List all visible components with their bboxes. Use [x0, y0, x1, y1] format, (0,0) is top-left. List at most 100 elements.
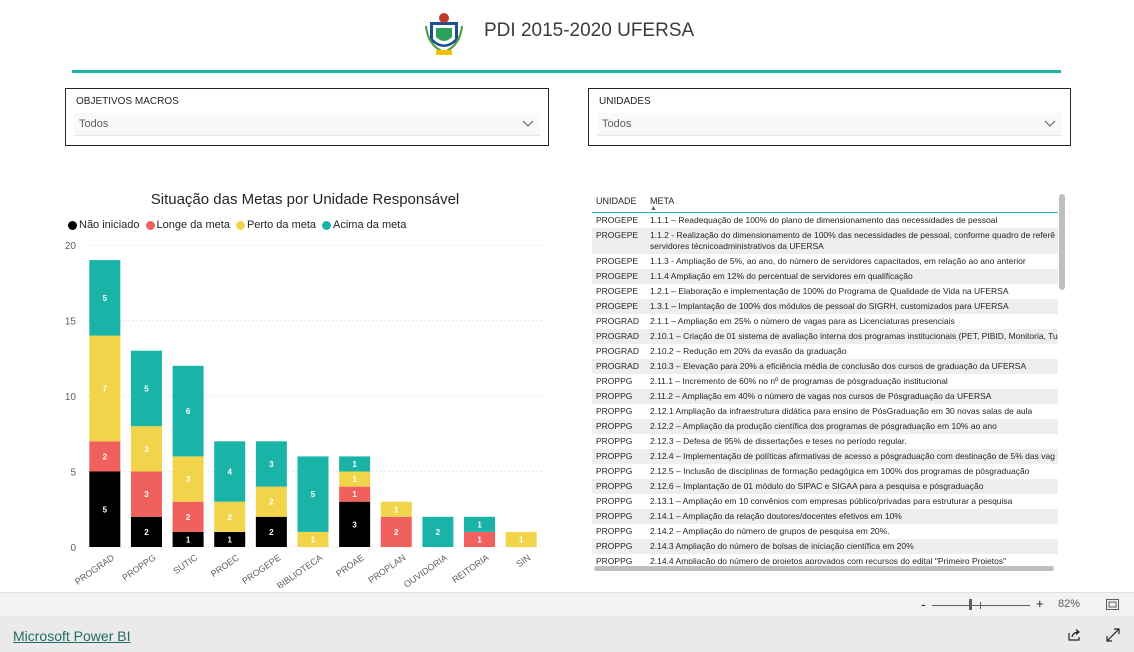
legend-marker	[145, 220, 155, 230]
slicer-objetivos-macros: OBJETIVOS MACROS Todos	[65, 88, 549, 146]
cell-meta: 2.12.2 – Ampliação da produção científic…	[650, 421, 997, 431]
cell-meta: 2.12.6 – Implantação de 01 módulo do SIP…	[650, 481, 984, 491]
table-row[interactable]: PROGEPE 1.1.1 – Readequação de 100% do pl…	[592, 213, 1058, 228]
table-row[interactable]: PROGEPE 1.3.1 – Implantação de 100% dos m…	[592, 299, 1058, 314]
column-header-unidade[interactable]: UNIDADE	[596, 196, 637, 206]
cell-meta: 1.1.3 - Ampliação de 5%, ao ano, do núme…	[650, 256, 1026, 266]
legend-label: Perto da meta	[246, 219, 317, 231]
dropdown-value: Todos	[602, 118, 632, 130]
table-row[interactable]: PROGRAD 2.10.3 – Elevação para 20% a efic…	[592, 359, 1058, 374]
table-body: PROGEPE 1.1.1 – Readequação de 100% do pl…	[592, 213, 1058, 564]
cell-meta: 2.14.1 – Ampliação da relação doutores/d…	[650, 511, 902, 521]
legend-item[interactable]: Acima da meta	[322, 219, 406, 231]
data-label: 2	[269, 498, 274, 507]
table-row[interactable]: PROPPG 2.11.1 – Incremento de 60% no nº d…	[592, 374, 1058, 389]
chevron-down-icon	[1044, 120, 1056, 127]
x-tick-label: OUVIDORIA	[402, 552, 449, 588]
cell-unidade: PROPPG	[596, 526, 633, 536]
table-row[interactable]: PROGEPE 1.1.4 Ampliação em 12% do percent…	[592, 269, 1058, 284]
chevron-down-icon	[522, 120, 534, 127]
cell-meta: 2.12.3 – Defesa de 95% de dissertações e…	[650, 436, 907, 446]
cell-meta: 2.12.4 – Implementação de políticas afir…	[650, 451, 1055, 461]
chart-title: Situação das Metas por Unidade Responsáv…	[150, 191, 460, 208]
cell-unidade: PROGEPE	[596, 271, 639, 281]
cell-unidade: PROPPG	[596, 556, 633, 564]
cell-meta: 2.10.1 – Criação de 01 sistema de avalia…	[650, 331, 1058, 341]
data-label: 3	[144, 490, 149, 499]
fit-to-page-icon[interactable]	[1106, 599, 1119, 610]
cell-meta: 1.1.2 - Realização do dimensionamento de…	[650, 230, 1055, 251]
table-row[interactable]: PROPPG 2.12.1 Ampliação da infraestrutura…	[592, 404, 1058, 419]
data-label: 4	[228, 468, 233, 477]
cell-unidade: PROGEPE	[596, 256, 639, 266]
data-label: 2	[103, 452, 108, 461]
table-row[interactable]: PROPPG 2.14.2 – Ampliação do número de gr…	[592, 524, 1058, 539]
data-label: 3	[352, 520, 357, 529]
zoom-bar: - + 82%	[0, 592, 1134, 617]
slicer-label: OBJETIVOS MACROS	[76, 96, 179, 107]
table-row[interactable]: PROGEPE 1.1.3 - Ampliação de 5%, ao ano, …	[592, 254, 1058, 269]
table-row[interactable]: PROPPG 2.14.4 Ampliação do número de proj…	[592, 554, 1058, 564]
data-label: 2	[228, 513, 233, 522]
legend-item[interactable]: Longe da meta	[145, 219, 230, 231]
fullscreen-icon[interactable]	[1106, 628, 1120, 642]
cell-meta: 2.10.2 – Redução em 20% da evasão da gra…	[650, 346, 847, 356]
cell-unidade: PROGEPE	[596, 215, 639, 225]
data-label: 2	[269, 528, 274, 537]
horizontal-scrollbar[interactable]	[594, 566, 1054, 571]
table-row[interactable]: PROPPG 2.11.2 – Ampliação em 40% o número…	[592, 389, 1058, 404]
unidades-dropdown[interactable]: Todos	[597, 113, 1062, 136]
table-row[interactable]: PROGRAD 2.10.2 – Redução em 20% da evasão…	[592, 344, 1058, 359]
power-bi-link[interactable]: Microsoft Power BI	[13, 628, 130, 644]
table-row[interactable]: PROPPG 2.12.2 – Ampliação da produção cie…	[592, 419, 1058, 434]
data-label: 2	[436, 528, 441, 537]
zoom-slider-thumb[interactable]	[969, 599, 972, 610]
cell-meta: 2.10.3 – Elevação para 20% a eficiência …	[650, 361, 1027, 371]
cell-meta: 2.14.4 Ampliação do número de projetos a…	[650, 556, 1007, 564]
legend-marker	[235, 220, 245, 230]
data-label: 1	[352, 460, 357, 469]
data-label: 1	[519, 535, 524, 544]
legend-marker	[68, 220, 77, 230]
footer: Microsoft Power BI	[0, 616, 1134, 652]
share-icon[interactable]	[1067, 628, 1081, 642]
data-label: 1	[394, 505, 399, 514]
metas-table: UNIDADE META ▲ PROGEPE 1.1.1 – Readequaçã…	[592, 192, 1058, 564]
table-row[interactable]: PROGRAD 2.10.1 – Criação de 01 sistema de…	[592, 329, 1058, 344]
x-tick-label: PROAE	[334, 552, 366, 578]
cell-unidade: PROPPG	[596, 481, 633, 491]
table-row[interactable]: PROGEPE 1.2.1 – Elaboração e implementaçã…	[592, 284, 1058, 299]
legend-item[interactable]: Não iniciado	[68, 219, 140, 231]
x-tick-label: PROGRAD	[73, 552, 116, 587]
cell-meta: 2.14.3 Ampliação do número de bolsas de …	[650, 541, 914, 551]
vertical-scrollbar[interactable]	[1059, 194, 1065, 290]
table-row[interactable]: PROPPG 2.13.1 – Ampliação em 10 convênios…	[592, 494, 1058, 509]
objetivos-macros-dropdown[interactable]: Todos	[74, 113, 540, 136]
data-label: 5	[103, 294, 108, 303]
table-row[interactable]: PROPPG 2.12.4 – Implementação de política…	[592, 449, 1058, 464]
cell-unidade: PROPPG	[596, 451, 633, 461]
cell-unidade: PROPPG	[596, 391, 633, 401]
cell-meta: 1.1.4 Ampliação em 12% do percentual de …	[650, 271, 913, 281]
data-label: 2	[144, 528, 149, 537]
zoom-in-button[interactable]: +	[1036, 596, 1044, 611]
zoom-slider-track[interactable]	[932, 605, 1030, 606]
zoom-out-button[interactable]: -	[921, 596, 926, 612]
table-row[interactable]: PROGEPE 1.1.2 - Realização do dimensionam…	[592, 228, 1058, 254]
table-row[interactable]: PROPPG 2.12.3 – Defesa de 95% de disserta…	[592, 434, 1058, 449]
table-row[interactable]: PROPPG 2.12.5 – Inclusão de disciplinas d…	[592, 464, 1058, 479]
table-row[interactable]: PROPPG 2.14.3 Ampliação do número de bols…	[592, 539, 1058, 554]
table-row[interactable]: PROPPG 2.14.1 – Ampliação da relação dout…	[592, 509, 1058, 524]
stacked-bar-chart: 051015205275PROGRAD2335PROPPG1236SUTIC12…	[65, 241, 542, 588]
legend-item[interactable]: Perto da meta	[235, 219, 317, 231]
data-label: 5	[311, 490, 316, 499]
y-tick-label: 20	[65, 241, 77, 252]
table-row[interactable]: PROPPG 2.12.6 – Implantação de 01 módulo …	[592, 479, 1058, 494]
chart-legend: Não iniciado Longe da meta Perto da meta Ac…	[68, 219, 408, 231]
cell-unidade: PROPPG	[596, 496, 633, 506]
cell-unidade: PROGRAD	[596, 331, 639, 341]
table-row[interactable]: PROGRAD 2.1.1 – Ampliação em 25% o número…	[592, 314, 1058, 329]
cell-meta: 2.11.1 – Incremento de 60% no nº de prog…	[650, 376, 948, 386]
zoom-level: 82%	[1058, 598, 1081, 610]
y-tick-label: 0	[70, 543, 76, 554]
